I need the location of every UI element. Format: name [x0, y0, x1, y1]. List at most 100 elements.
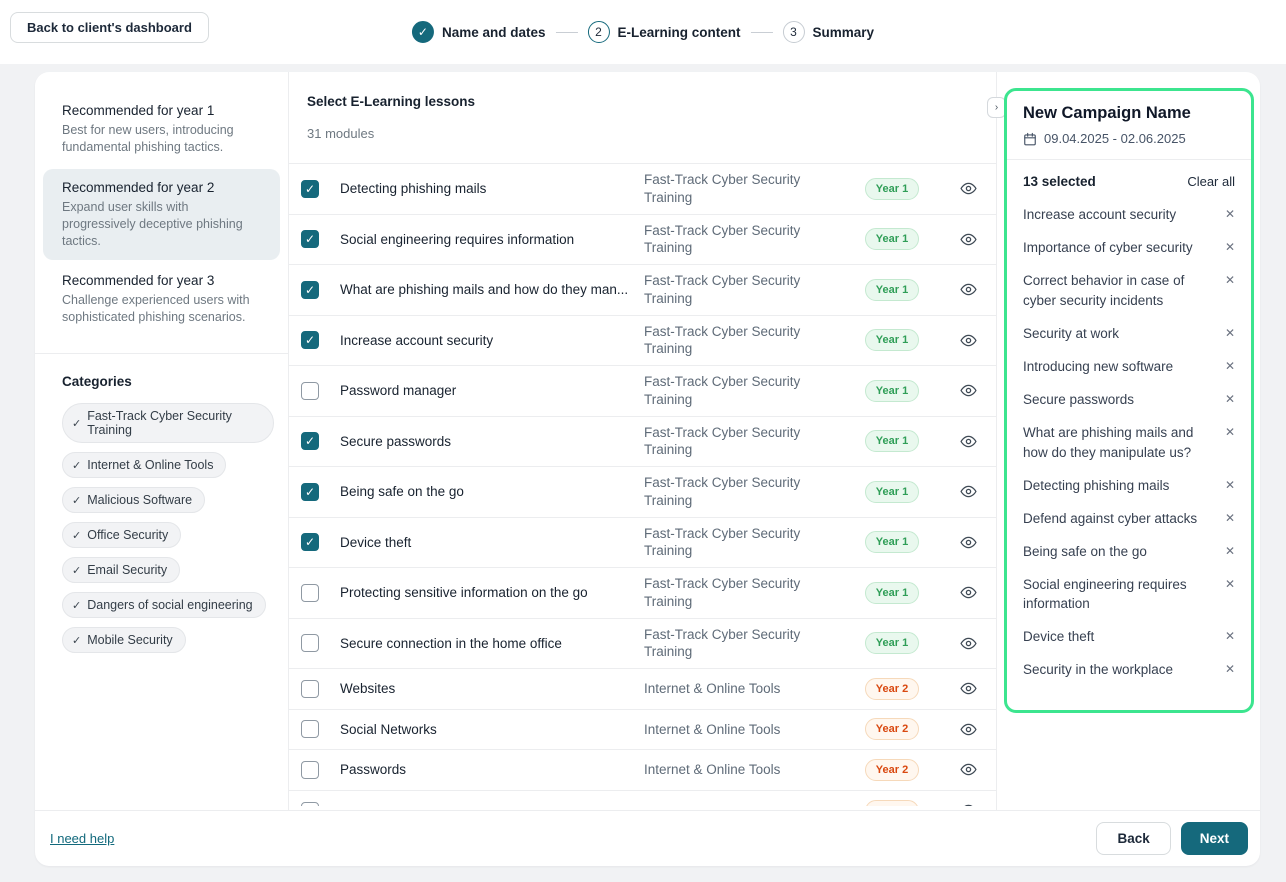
eye-icon[interactable] — [960, 483, 977, 500]
remove-item-icon[interactable]: ✕ — [1225, 357, 1235, 373]
step-connector — [556, 32, 578, 33]
eye-icon[interactable] — [960, 802, 977, 806]
remove-item-icon[interactable]: ✕ — [1225, 238, 1235, 254]
remove-item-icon[interactable]: ✕ — [1225, 542, 1235, 558]
lesson-row[interactable]: ✓ What are phishing mails and how do the… — [289, 264, 996, 315]
remove-item-icon[interactable]: ✕ — [1225, 324, 1235, 340]
lesson-row[interactable]: ✓ Password manager Fast-Track Cyber Secu… — [289, 365, 996, 416]
stepper-step[interactable]: ✓ 1 Name and dates — [412, 21, 546, 43]
stepper-step[interactable]: ✓ 3 Summary — [783, 21, 875, 43]
lesson-checkbox[interactable]: ✓ — [301, 180, 319, 198]
eye-icon[interactable] — [960, 584, 977, 601]
check-icon: ✓ — [305, 535, 315, 549]
lesson-checkbox[interactable]: ✓ — [301, 533, 319, 551]
lesson-row[interactable]: ✓ Device theft Fast-Track Cyber Security… — [289, 517, 996, 568]
eye-icon[interactable] — [960, 534, 977, 551]
preview-cell — [940, 281, 996, 298]
lesson-checkbox[interactable]: ✓ — [301, 230, 319, 248]
lesson-row[interactable]: ✓ Websites Internet & Online Tools Year … — [289, 668, 996, 709]
lesson-row[interactable]: ✓ Year 2 — [289, 790, 996, 806]
eye-icon[interactable] — [960, 721, 977, 738]
lesson-row[interactable]: ✓ Social engineering requires informatio… — [289, 214, 996, 265]
lesson-title: Secure connection in the home office — [340, 636, 644, 651]
recommendation-description: Best for new users, introducing fundamen… — [62, 122, 261, 156]
next-button[interactable]: Next — [1181, 822, 1248, 855]
wizard-footer: I need help Back Next — [35, 810, 1260, 866]
remove-item-icon[interactable]: ✕ — [1225, 390, 1235, 406]
preview-cell — [940, 721, 996, 738]
selected-item-label: Being safe on the go — [1023, 542, 1225, 562]
lesson-checkbox[interactable]: ✓ — [301, 432, 319, 450]
back-button[interactable]: Back — [1096, 822, 1170, 855]
stepper-step[interactable]: ✓ 2 E-Learning content — [588, 21, 741, 43]
recommendations-sidebar: Recommended for year 1 Best for new user… — [35, 72, 289, 810]
lesson-title: Detecting phishing mails — [340, 181, 644, 196]
lesson-row[interactable]: ✓ Being safe on the go Fast-Track Cyber … — [289, 466, 996, 517]
remove-item-icon[interactable]: ✕ — [1225, 660, 1235, 676]
category-chip-label: Dangers of social engineering — [87, 598, 252, 612]
lesson-row[interactable]: ✓ Increase account security Fast-Track C… — [289, 315, 996, 366]
category-chip-label: Internet & Online Tools — [87, 458, 213, 472]
category-chip[interactable]: ✓ Malicious Software — [62, 487, 205, 513]
remove-item-icon[interactable]: ✕ — [1225, 627, 1235, 643]
lesson-checkbox[interactable]: ✓ — [301, 331, 319, 349]
lesson-checkbox[interactable]: ✓ — [301, 634, 319, 652]
lesson-row[interactable]: ✓ Secure connection in the home office F… — [289, 618, 996, 669]
category-chip[interactable]: ✓ Email Security — [62, 557, 180, 583]
eye-icon[interactable] — [960, 231, 977, 248]
selected-item-label: Detecting phishing mails — [1023, 476, 1225, 496]
eye-icon[interactable] — [960, 180, 977, 197]
remove-item-icon[interactable]: ✕ — [1225, 205, 1235, 221]
lesson-row[interactable]: ✓ Protecting sensitive information on th… — [289, 567, 996, 618]
back-to-dashboard-button[interactable]: Back to client's dashboard — [10, 12, 209, 43]
year-badge: Year 1 — [865, 279, 919, 301]
lesson-row[interactable]: ✓ Secure passwords Fast-Track Cyber Secu… — [289, 416, 996, 467]
category-chip-label: Malicious Software — [87, 493, 192, 507]
preview-cell — [940, 433, 996, 450]
category-chip[interactable]: ✓ Fast-Track Cyber Security Training — [62, 403, 274, 443]
recommendation-item[interactable]: Recommended for year 2 Expand user skill… — [43, 169, 280, 261]
recommendation-item[interactable]: Recommended for year 1 Best for new user… — [43, 92, 280, 167]
preview-cell — [940, 332, 996, 349]
remove-item-icon[interactable]: ✕ — [1225, 476, 1235, 492]
help-link[interactable]: I need help — [50, 831, 114, 846]
eye-icon[interactable] — [960, 433, 977, 450]
remove-item-icon[interactable]: ✕ — [1225, 575, 1235, 591]
lesson-checkbox[interactable]: ✓ — [301, 584, 319, 602]
year-badge-cell: Year 1 — [844, 178, 940, 200]
lesson-checkbox[interactable]: ✓ — [301, 483, 319, 501]
lesson-row[interactable]: ✓ Social Networks Internet & Online Tool… — [289, 709, 996, 750]
lesson-checkbox[interactable]: ✓ — [301, 802, 319, 806]
eye-icon[interactable] — [960, 680, 977, 697]
category-chip-label: Mobile Security — [87, 633, 172, 647]
lesson-checkbox[interactable]: ✓ — [301, 720, 319, 738]
lesson-checkbox[interactable]: ✓ — [301, 680, 319, 698]
remove-item-icon[interactable]: ✕ — [1225, 423, 1235, 439]
category-chip[interactable]: ✓ Office Security — [62, 522, 181, 548]
eye-icon[interactable] — [960, 281, 977, 298]
recommendation-title: Recommended for year 3 — [62, 273, 261, 288]
lesson-row[interactable]: ✓ Detecting phishing mails Fast-Track Cy… — [289, 163, 996, 214]
category-chip[interactable]: ✓ Internet & Online Tools — [62, 452, 226, 478]
eye-icon[interactable] — [960, 635, 977, 652]
remove-item-icon[interactable]: ✕ — [1225, 509, 1235, 525]
recommendation-item[interactable]: Recommended for year 3 Challenge experie… — [43, 262, 280, 337]
category-chip[interactable]: ✓ Dangers of social engineering — [62, 592, 266, 618]
lesson-checkbox[interactable]: ✓ — [301, 281, 319, 299]
year-badge-cell: Year 2 — [844, 759, 940, 781]
year-badge-cell: Year 1 — [844, 481, 940, 503]
remove-item-icon[interactable]: ✕ — [1225, 271, 1235, 287]
eye-icon[interactable] — [960, 761, 977, 778]
clear-all-button[interactable]: Clear all — [1187, 174, 1235, 189]
year-badge-cell: Year 2 — [844, 678, 940, 700]
lesson-checkbox[interactable]: ✓ — [301, 761, 319, 779]
category-chip[interactable]: ✓ Mobile Security — [62, 627, 186, 653]
lesson-checkbox[interactable]: ✓ — [301, 382, 319, 400]
lesson-list-header: Select E-Learning lessons 31 modules — [289, 72, 996, 163]
lesson-row[interactable]: ✓ Passwords Internet & Online Tools Year… — [289, 749, 996, 790]
eye-icon[interactable] — [960, 332, 977, 349]
eye-icon[interactable] — [960, 382, 977, 399]
selected-item: Importance of cyber security ✕ — [1023, 238, 1235, 258]
campaign-name: New Campaign Name — [1023, 104, 1235, 123]
check-icon: ✓ — [305, 182, 315, 196]
